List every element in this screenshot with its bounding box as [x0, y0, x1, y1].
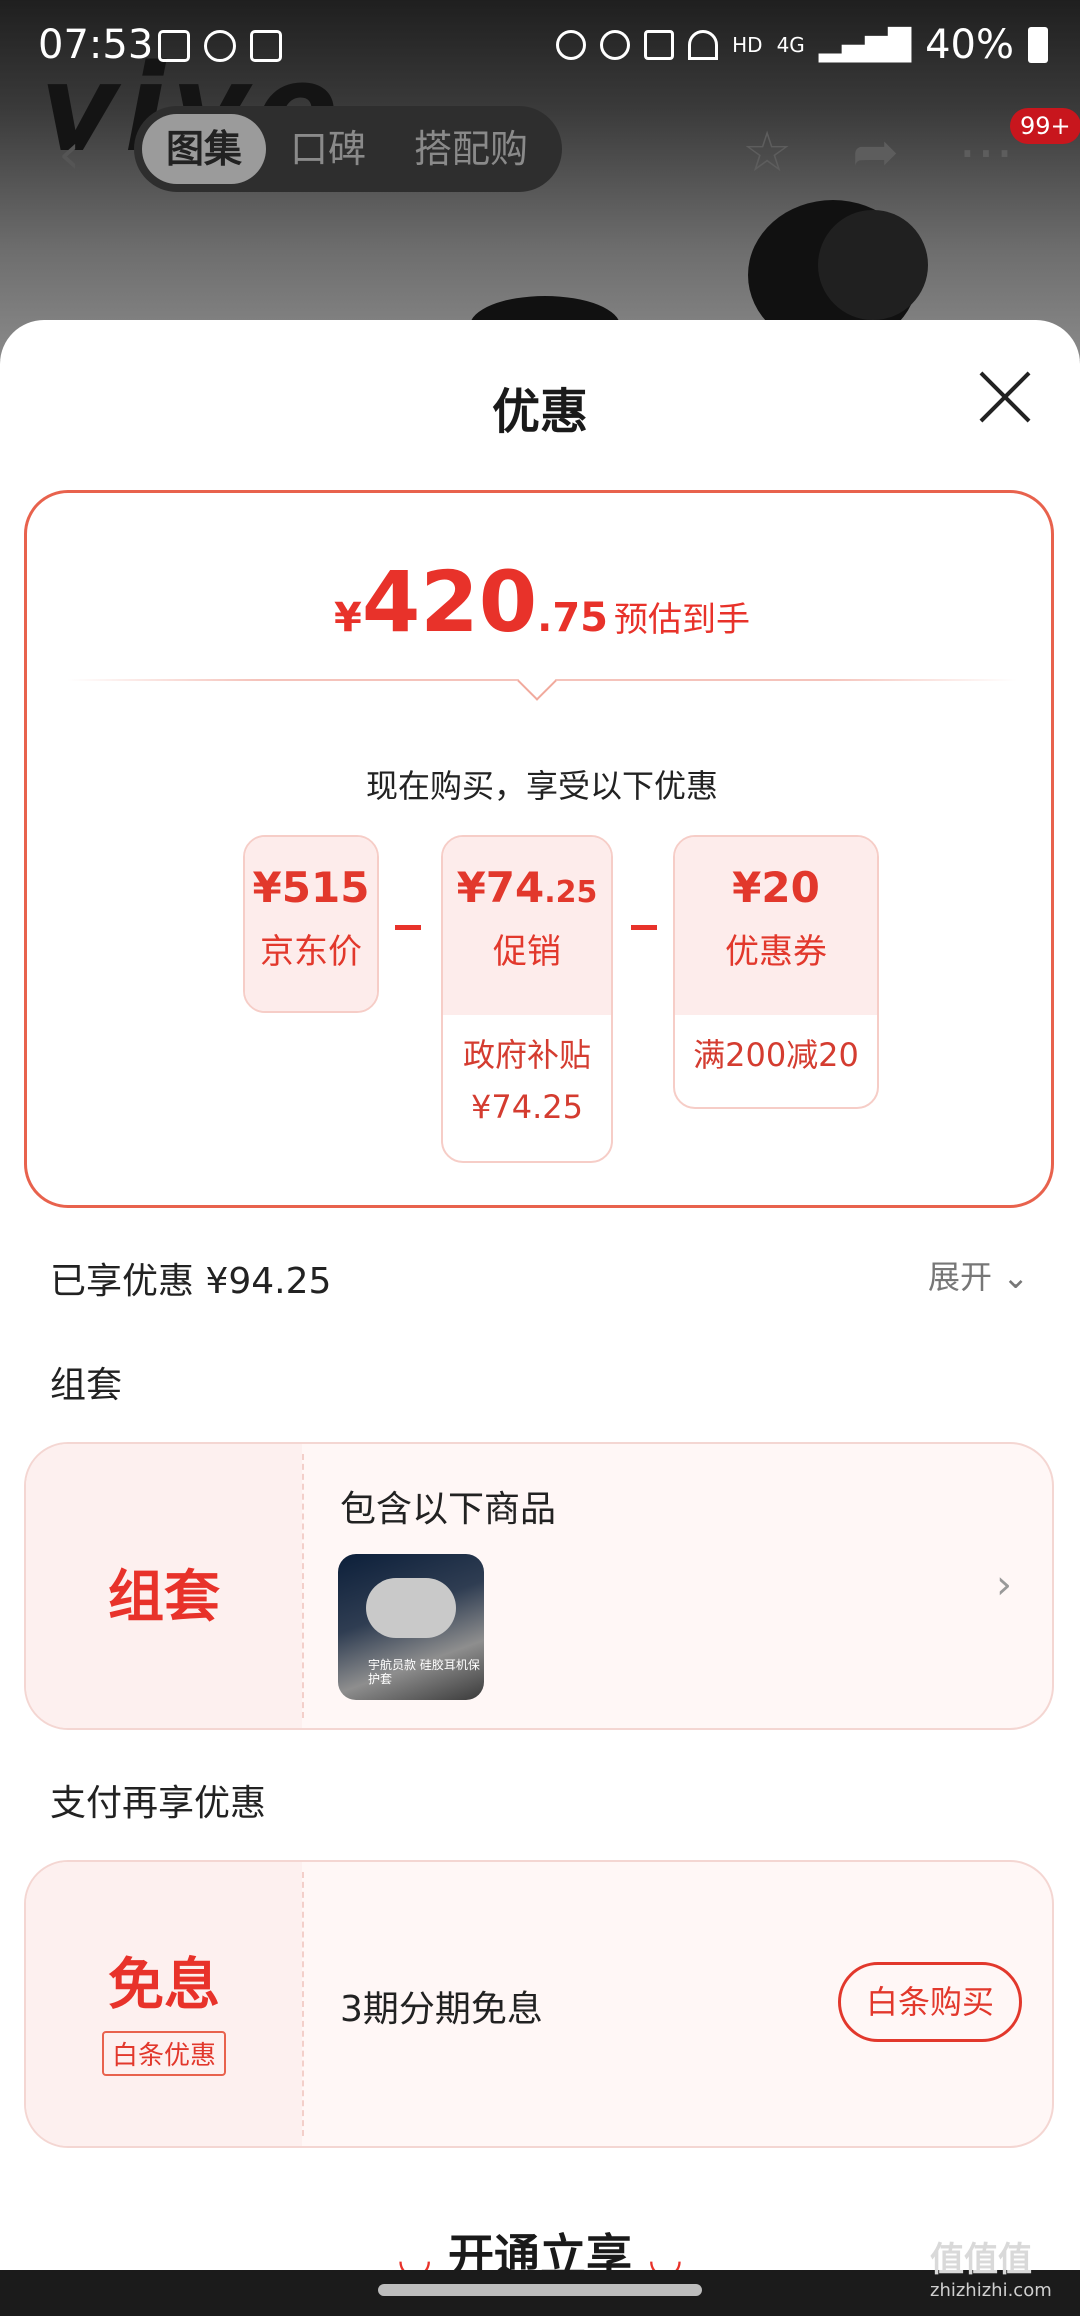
- navigation-bar: [0, 2270, 1080, 2316]
- pay-section-title: 支付再享优惠: [50, 1783, 267, 1824]
- thumbnail-caption: 宇航员款 硅胶耳机保护套: [368, 1658, 480, 1686]
- signal-icon: ▂▄▆█: [818, 27, 912, 63]
- dashed-separator: [302, 1872, 304, 2136]
- status-time: 07:53: [38, 22, 154, 68]
- price-currency: ¥: [333, 595, 362, 641]
- minus-sign: [631, 925, 657, 930]
- estimated-price-card: ¥420.75 预估到手 现在购买，享受以下优惠 ¥515 京东价 ¥74.25 …: [24, 490, 1054, 1208]
- share-icon[interactable]: ➦: [852, 120, 899, 185]
- gallery-notification-icon: [158, 30, 190, 62]
- divider-notch: [517, 661, 557, 701]
- product-top-nav: ‹ 图集 口碑 搭配购 ☆ ➦ ⋯ 99+: [0, 100, 1080, 200]
- chip-amount: ¥20: [732, 863, 820, 912]
- bundle-section-title: 组套: [50, 1365, 123, 1406]
- chip-label: 促销: [493, 932, 561, 972]
- minus-sign: [395, 925, 421, 930]
- status-bar: 07:53 HD 4G ▂▄▆█ 40%: [0, 0, 1080, 95]
- discount-sheet: 优惠 ¥420.75 预估到手 现在购买，享受以下优惠 ¥515 京东价 ¥74.…: [0, 320, 1080, 2316]
- tab-reviews[interactable]: 口碑: [266, 114, 390, 184]
- chip-coupon: ¥20 优惠券 满200减20: [673, 835, 879, 1109]
- price-label: 预估到手: [614, 600, 751, 640]
- network-gen-indicator: 4G: [776, 33, 805, 57]
- expand-label: 展开: [928, 1258, 993, 1296]
- more-icon[interactable]: ⋯: [958, 120, 1014, 185]
- checkbox-notification-icon: [250, 30, 282, 62]
- product-tabs: 图集 口碑 搭配购: [134, 106, 562, 192]
- message-notification-icon: [204, 30, 236, 62]
- chip-detail: ¥74.25: [471, 1088, 583, 1126]
- estimated-price: ¥420.75 预估到手: [27, 553, 1057, 651]
- chip-label: 京东价: [260, 932, 362, 972]
- chip-amount-decimal: .25: [544, 875, 598, 910]
- sheet-title: 优惠: [491, 384, 588, 440]
- chip-promotion: ¥74.25 促销 政府补贴 ¥74.25: [441, 835, 613, 1163]
- price-integer: 420: [361, 553, 538, 651]
- baitiao-buy-button[interactable]: 白条购买: [838, 1962, 1022, 2042]
- bundle-tag: 组套: [108, 1565, 220, 1630]
- installment-card: 免息 白条优惠 3期分期免息 白条购买: [24, 1860, 1054, 2148]
- watermark: 值值值: [930, 2240, 1032, 2280]
- chip-detail: 满200减20: [693, 1036, 859, 1074]
- wifi-icon: [688, 30, 719, 60]
- battery-percent: 40%: [925, 22, 1014, 68]
- chevron-down-icon: ⌄: [1002, 1258, 1029, 1296]
- alarm-icon: [600, 30, 631, 60]
- home-indicator[interactable]: [378, 2284, 702, 2296]
- chevron-right-icon: ›: [996, 1562, 1012, 1608]
- bundle-title: 包含以下商品: [340, 1489, 557, 1530]
- saved-amount: 已享优惠 ¥94.25: [50, 1261, 332, 1302]
- chip-amount: ¥74: [456, 863, 545, 912]
- cart-badge: 99+: [1010, 108, 1080, 144]
- chip-jd-price: ¥515 京东价: [243, 835, 379, 1013]
- enjoy-text: 现在购买，享受以下优惠: [365, 767, 718, 805]
- baitiao-discount-tag: 白条优惠: [101, 2031, 226, 2076]
- battery-icon: [1028, 27, 1048, 63]
- watermark-url: zhizhizhi.com: [930, 2280, 1052, 2301]
- back-arrow-icon[interactable]: ‹: [58, 122, 80, 187]
- hd-indicator: HD: [732, 33, 763, 57]
- favorite-star-icon[interactable]: ☆: [742, 120, 792, 185]
- tab-bundle-buy[interactable]: 搭配购: [390, 114, 552, 184]
- earbud-image: [818, 210, 928, 320]
- battery-saver-icon: [556, 30, 587, 60]
- bundle-card[interactable]: 组套 包含以下商品 宇航员款 硅胶耳机保护套 ›: [24, 1442, 1054, 1730]
- tab-gallery[interactable]: 图集: [142, 114, 267, 184]
- chip-label: 优惠券: [725, 932, 827, 972]
- chip-amount: ¥515: [252, 863, 370, 912]
- mute-icon: [644, 30, 675, 60]
- chip-detail: 政府补贴: [462, 1036, 591, 1074]
- expand-toggle[interactable]: 展开 ⌄: [928, 1252, 1029, 1298]
- bundle-product-thumbnail[interactable]: 宇航员款 硅胶耳机保护套: [338, 1554, 484, 1700]
- price-decimal: .75: [537, 595, 609, 641]
- dashed-separator: [302, 1454, 304, 1718]
- installment-text: 3期分期免息: [340, 1989, 543, 2030]
- close-icon[interactable]: [975, 368, 1035, 428]
- installment-tag: 免息: [108, 1953, 220, 2018]
